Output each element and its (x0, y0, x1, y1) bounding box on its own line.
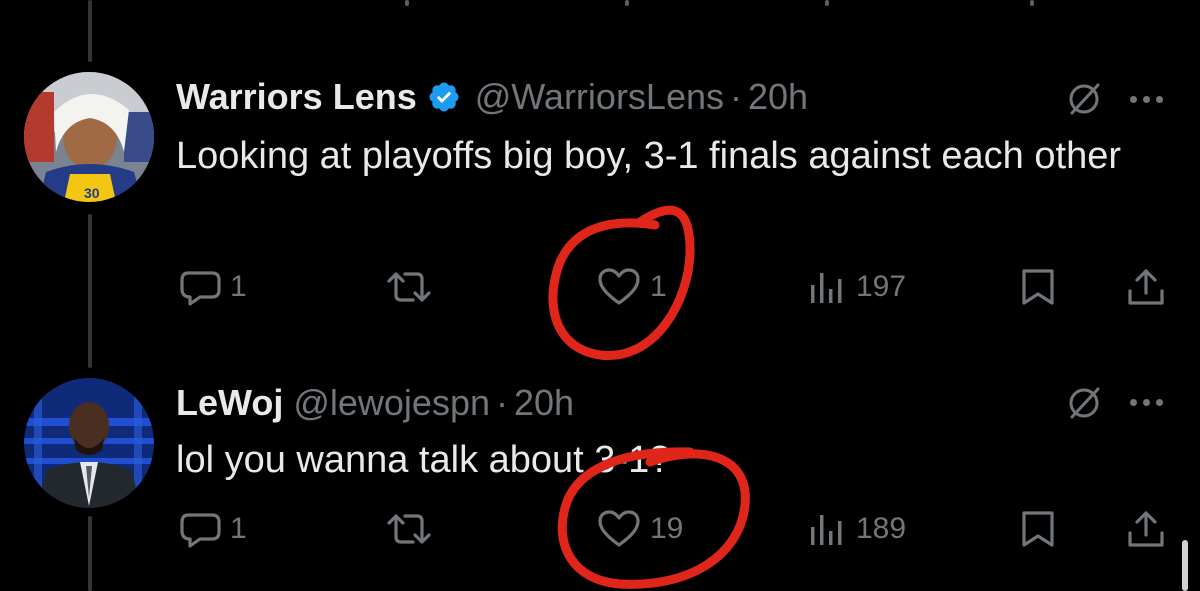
views-icon (811, 515, 842, 545)
reply-button[interactable]: 1 (178, 267, 247, 307)
view-count: 197 (856, 270, 907, 303)
bookmark-icon (1022, 511, 1054, 547)
like-icon (598, 268, 640, 305)
tweet-lewoj[interactable]: LeWoj @lewojespn · 20h lol you wanna tal… (0, 360, 1200, 591)
like-count: 1 (650, 270, 667, 303)
retweet-icon (387, 514, 431, 544)
views-button[interactable]: 189 (808, 509, 906, 549)
user-handle[interactable]: @WarriorsLens (475, 76, 724, 118)
display-name[interactable]: LeWoj (176, 382, 283, 424)
reply-button[interactable]: 1 (178, 509, 247, 549)
verified-badge-icon (429, 82, 459, 112)
tweet-warriors-lens[interactable]: 30 Warriors Lens @WarriorsLens · 20h Loo… (0, 0, 1200, 360)
view-count: 189 (856, 512, 907, 545)
separator: · (730, 76, 742, 117)
retweet-icon (387, 272, 431, 302)
tweet-text: lol you wanna talk about 3-1? (176, 439, 671, 481)
svg-text:30: 30 (84, 185, 100, 201)
separator: · (496, 382, 508, 423)
share-icon (1128, 511, 1164, 547)
reply-count: 1 (230, 512, 247, 545)
views-button[interactable]: 197 (808, 267, 906, 307)
more-icon[interactable] (1130, 96, 1163, 103)
tweet-header: Warriors Lens @WarriorsLens · 20h (176, 72, 808, 122)
views-icon (811, 273, 842, 303)
user-handle[interactable]: @lewojespn (293, 382, 490, 424)
share-icon (1128, 269, 1164, 305)
share-button[interactable] (1126, 509, 1166, 549)
reply-icon (180, 513, 221, 548)
timestamp[interactable]: 20h (514, 382, 574, 424)
bookmark-button[interactable] (1018, 267, 1058, 307)
tweet-actions: 1 19 189 (0, 509, 1200, 549)
grok-icon[interactable] (1064, 79, 1104, 124)
timestamp[interactable]: 20h (748, 76, 808, 118)
like-icon (598, 510, 640, 547)
tweet-text: Looking at playoffs big boy, 3-1 finals … (176, 135, 1121, 177)
retweet-button[interactable] (383, 267, 435, 307)
more-icon[interactable] (1130, 399, 1163, 406)
tweet-actions: 1 1 197 (0, 267, 1200, 307)
avatar[interactable] (24, 378, 154, 508)
scrollbar[interactable] (1182, 540, 1188, 591)
like-button[interactable]: 1 (596, 267, 667, 307)
share-button[interactable] (1126, 267, 1166, 307)
like-button[interactable]: 19 (596, 509, 683, 549)
tweet-header: LeWoj @lewojespn · 20h (176, 378, 574, 428)
avatar[interactable]: 30 (24, 72, 154, 202)
reply-count: 1 (230, 270, 247, 303)
bookmark-button[interactable] (1018, 509, 1058, 549)
reply-icon (180, 271, 221, 306)
display-name[interactable]: Warriors Lens (176, 76, 417, 118)
bookmark-icon (1022, 269, 1054, 305)
retweet-button[interactable] (383, 509, 435, 549)
grok-icon[interactable] (1064, 383, 1104, 428)
like-count: 19 (650, 512, 684, 545)
